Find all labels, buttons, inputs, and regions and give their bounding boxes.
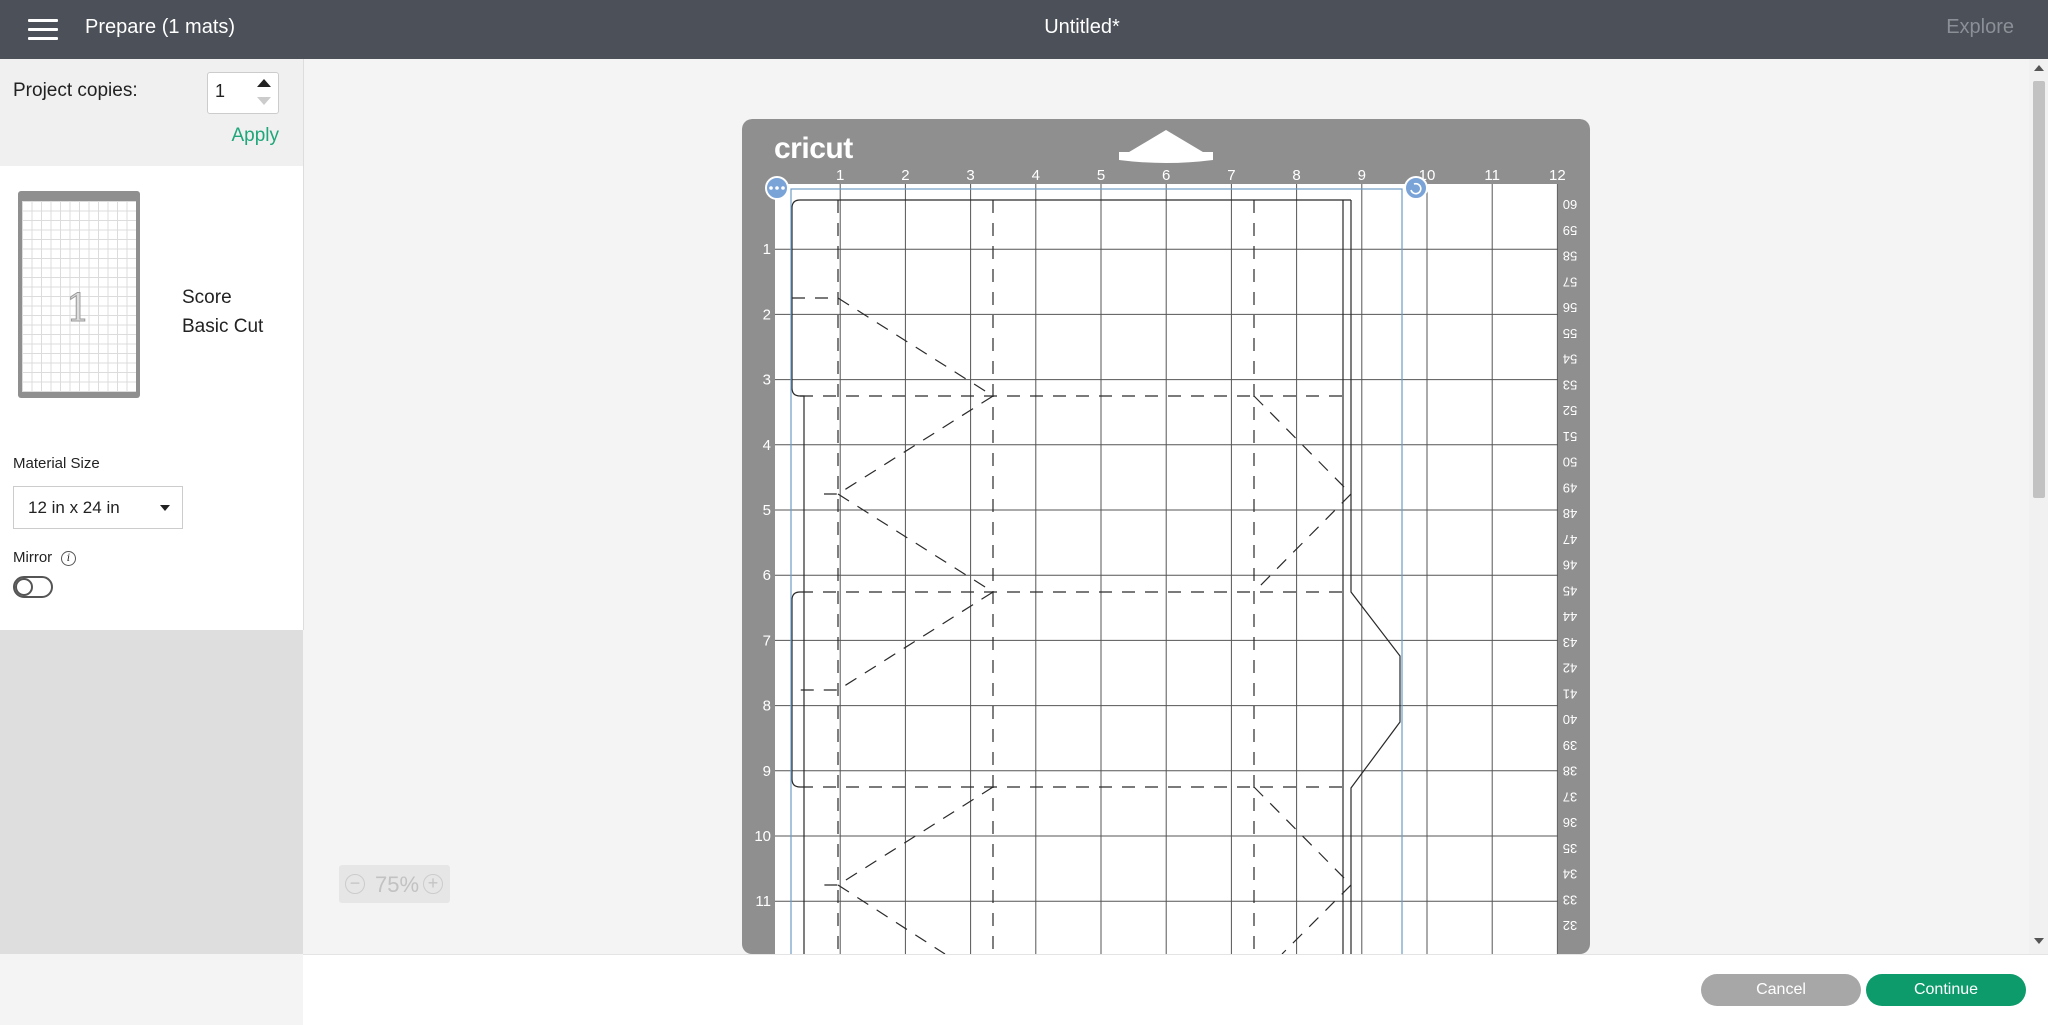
zoom-level: 75%	[375, 872, 420, 897]
scroll-thumb[interactable]	[2033, 81, 2045, 498]
right-ruler-label: 58	[1563, 249, 1577, 264]
minus-circle-icon[interactable]: −	[345, 874, 365, 894]
top-ruler-label: 7	[1227, 167, 1235, 184]
continue-button[interactable]: Continue	[1866, 974, 2026, 1006]
right-ruler-label: 41	[1563, 686, 1577, 701]
right-ruler-label: 48	[1563, 506, 1577, 521]
left-ruler-label: 5	[763, 502, 771, 519]
left-ruler-label: 9	[763, 763, 771, 780]
right-ruler-label: 50	[1563, 455, 1577, 470]
right-ruler-label: 38	[1563, 764, 1577, 779]
right-ruler: 60 59 58 57 56 55 54 53 52 51 50 49 48 47 46 45 44 43 42 41…	[1563, 197, 1577, 933]
top-ruler-label: 9	[1358, 167, 1366, 184]
left-ruler-label: 10	[754, 828, 771, 845]
left-ruler-label: 8	[763, 698, 771, 715]
top-ruler-label: 6	[1162, 167, 1170, 184]
right-ruler-label: 52	[1563, 403, 1577, 418]
right-ruler-label: 42	[1563, 661, 1577, 676]
right-ruler-label: 33	[1563, 892, 1577, 907]
footer-bar: Cancel Continue	[303, 954, 2048, 1025]
right-ruler-label: 32	[1563, 918, 1577, 933]
right-ruler-label: 36	[1563, 815, 1577, 830]
plus-circle-icon[interactable]: +	[423, 874, 443, 894]
top-ruler-label: 3	[966, 167, 974, 184]
right-ruler-label: 46	[1563, 558, 1577, 573]
top-ruler-label: 11	[1484, 167, 1500, 184]
left-ruler-label: 6	[763, 567, 771, 584]
top-ruler-label: 5	[1097, 167, 1105, 184]
right-ruler-label: 56	[1563, 300, 1577, 315]
left-ruler-label: 4	[763, 437, 771, 454]
right-ruler-label: 44	[1563, 609, 1577, 624]
right-ruler-label: 34	[1563, 867, 1577, 882]
ellipsis-dots	[769, 186, 785, 190]
cricut-logo: cricut	[774, 132, 853, 165]
top-ruler-label: 8	[1292, 167, 1300, 184]
right-ruler-label: 51	[1563, 429, 1577, 444]
right-ruler-label: 60	[1563, 197, 1577, 212]
rotate-icon[interactable]	[1404, 176, 1428, 200]
left-ruler-label: 11	[755, 893, 771, 910]
top-ruler-label: 2	[901, 167, 909, 184]
right-ruler-label: 39	[1563, 738, 1577, 753]
right-ruler-label: 55	[1563, 326, 1577, 341]
scroll-up-icon[interactable]	[2034, 65, 2044, 71]
left-ruler-label: 3	[763, 372, 771, 389]
right-ruler-label: 45	[1563, 583, 1577, 598]
right-ruler-label: 57	[1563, 274, 1577, 289]
right-ruler-label: 43	[1563, 635, 1577, 650]
left-ruler-label: 2	[763, 306, 771, 323]
right-ruler-label: 47	[1563, 532, 1577, 547]
top-ruler-label: 12	[1549, 167, 1566, 184]
top-ruler-label: 4	[1032, 167, 1040, 184]
right-ruler-label: 40	[1563, 712, 1577, 727]
left-ruler-label: 1	[763, 241, 771, 258]
right-ruler-label: 59	[1563, 223, 1577, 238]
vertical-scrollbar[interactable]	[2029, 59, 2048, 954]
right-ruler-label: 35	[1563, 841, 1577, 856]
right-ruler-label: 53	[1563, 377, 1577, 392]
scroll-down-icon[interactable]	[2034, 938, 2044, 944]
right-ruler-label: 37	[1563, 789, 1577, 804]
zoom-control: − 75% +	[339, 865, 450, 903]
top-ruler-label: 1	[836, 167, 844, 184]
cancel-button[interactable]: Cancel	[1701, 974, 1861, 1006]
right-ruler-label: 54	[1563, 352, 1577, 367]
mat-canvas: cricut 1 2 3 4 5 6 7 8 9 10 11 12 1234567891011 605…	[742, 119, 1590, 954]
left-ruler-label: 7	[763, 632, 771, 649]
right-ruler-label: 49	[1563, 480, 1577, 495]
